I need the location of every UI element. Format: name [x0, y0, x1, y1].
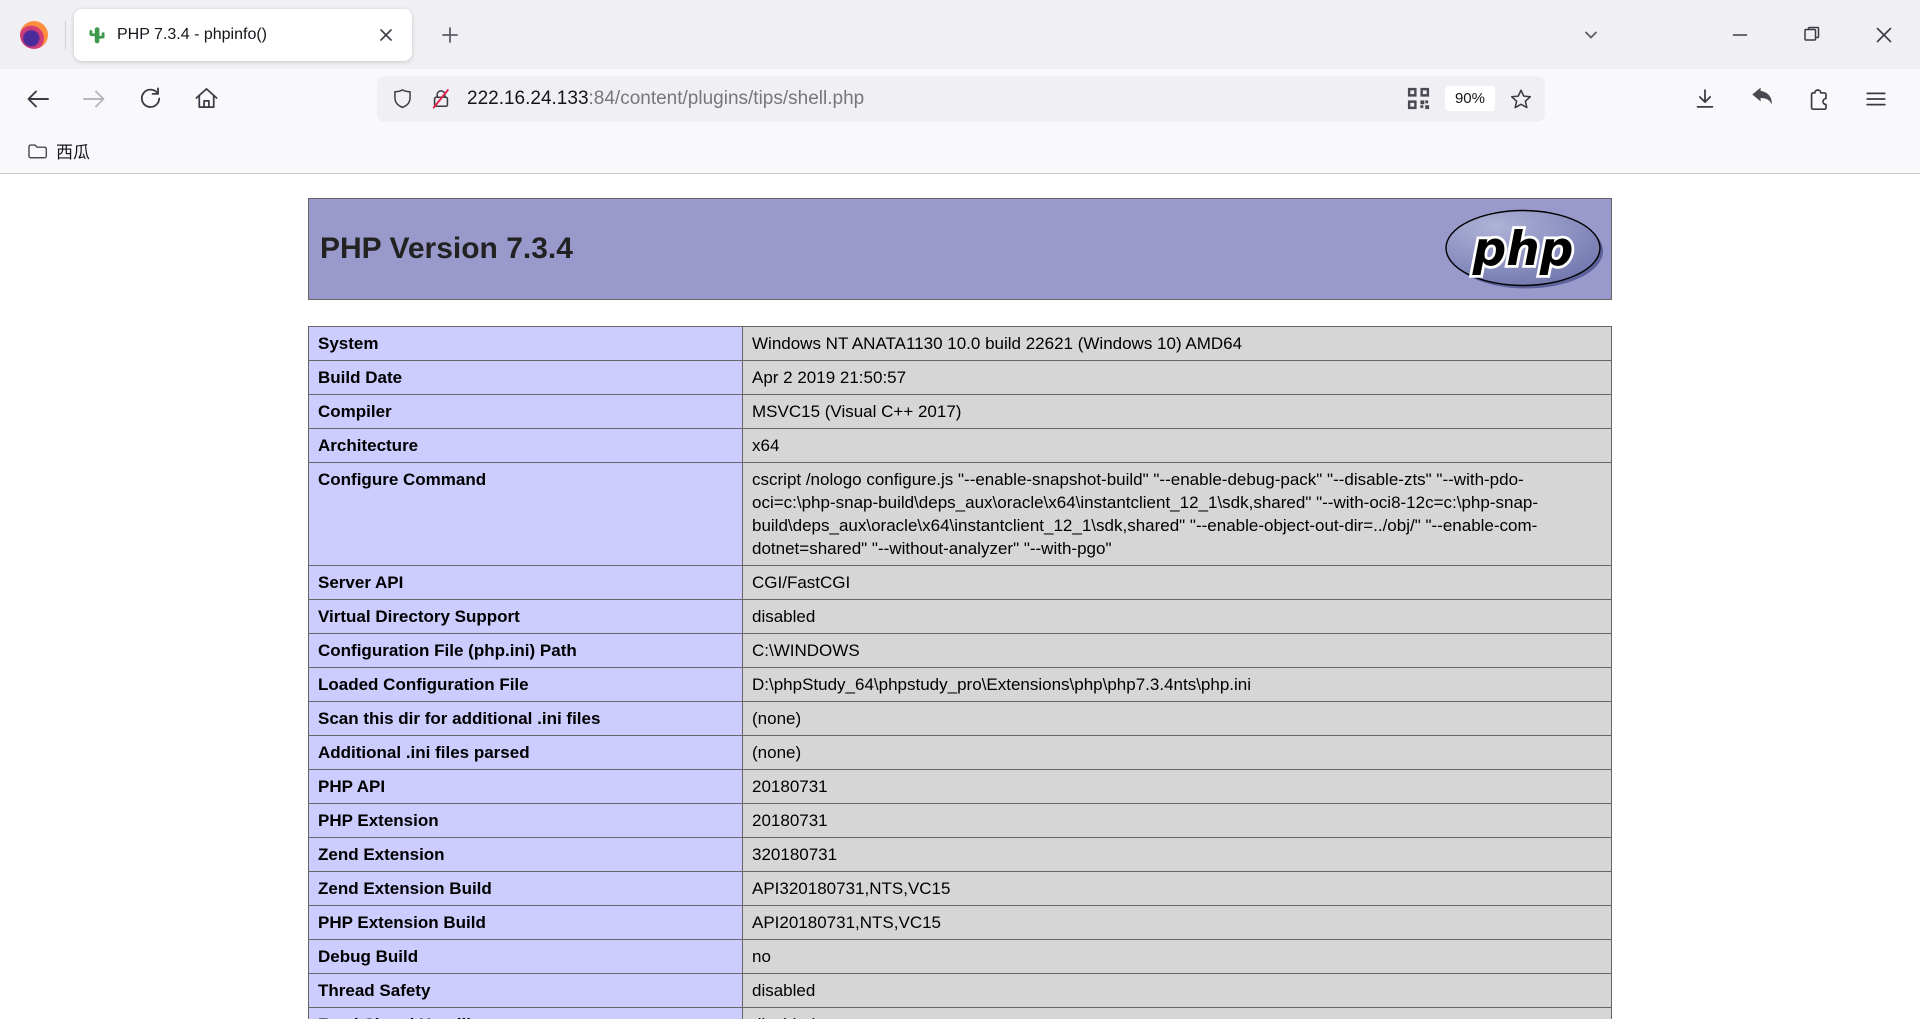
row-label: PHP Extension	[308, 803, 743, 838]
row-label: Thread Safety	[308, 973, 743, 1008]
list-all-tabs-chevron-icon[interactable]	[1574, 18, 1608, 52]
shield-icon[interactable]	[391, 87, 414, 110]
undo-arrow-icon[interactable]	[1745, 82, 1779, 116]
folder-icon	[26, 140, 48, 162]
bookmarks-toolbar: 西瓜	[0, 128, 1920, 174]
table-row: Thread Safety disabled	[308, 973, 1612, 1008]
url-host: 222.16.24.133	[467, 87, 589, 109]
table-row: Server API CGI/FastCGI	[308, 565, 1612, 600]
row-label: Virtual Directory Support	[308, 599, 743, 634]
minimize-button[interactable]	[1704, 0, 1776, 69]
row-value: (none)	[742, 701, 1612, 736]
row-value: (none)	[742, 735, 1612, 770]
phpinfo-table: System Windows NT ANATA1130 10.0 build 2…	[308, 326, 1612, 1019]
row-value: 20180731	[742, 769, 1612, 804]
table-row: PHP Extension Build API20180731,NTS,VC15	[308, 905, 1612, 940]
row-label: Additional .ini files parsed	[308, 735, 743, 770]
insecure-lock-slash-icon[interactable]	[429, 87, 453, 111]
row-label: PHP Extension Build	[308, 905, 743, 940]
window-controls	[1574, 0, 1920, 69]
row-label: Compiler	[308, 394, 743, 429]
address-bar[interactable]: 222.16.24.133:84/content/plugins/tips/sh…	[377, 75, 1545, 122]
downloads-icon[interactable]	[1688, 82, 1722, 116]
tab-separator	[65, 20, 66, 49]
table-row: System Windows NT ANATA1130 10.0 build 2…	[308, 326, 1612, 361]
table-row: Architecture x64	[308, 428, 1612, 463]
restore-button[interactable]	[1776, 0, 1848, 69]
browser-tab-active[interactable]: PHP 7.3.4 - phpinfo()	[74, 8, 412, 61]
phpinfo-header-banner: PHP Version 7.3.4 php	[308, 198, 1612, 300]
table-row: Scan this dir for additional .ini files …	[308, 701, 1612, 736]
new-tab-button[interactable]	[434, 19, 466, 51]
table-row: Zend Signal Handling disabled	[308, 1007, 1612, 1019]
row-label: Server API	[308, 565, 743, 600]
table-row: Zend Extension Build API320180731,NTS,VC…	[308, 871, 1612, 906]
row-value: disabled	[742, 973, 1612, 1008]
qr-code-icon[interactable]	[1406, 86, 1431, 111]
row-value: D:\phpStudy_64\phpstudy_pro\Extensions\p…	[742, 667, 1612, 702]
row-value: Apr 2 2019 21:50:57	[742, 360, 1612, 395]
row-value: 320180731	[742, 837, 1612, 872]
row-label: Scan this dir for additional .ini files	[308, 701, 743, 736]
table-row: Loaded Configuration File D:\phpStudy_64…	[308, 667, 1612, 702]
table-row: Zend Extension 320180731	[308, 837, 1612, 872]
svg-text:php: php	[1472, 222, 1574, 277]
navigation-toolbar: 222.16.24.133:84/content/plugins/tips/sh…	[0, 69, 1920, 128]
tab-close-icon[interactable]	[374, 23, 398, 47]
row-value: cscript /nologo configure.js "--enable-s…	[742, 462, 1612, 566]
page-title: PHP Version 7.3.4	[320, 232, 573, 265]
url-path: :84/content/plugins/tips/shell.php	[588, 87, 865, 109]
row-label: System	[308, 326, 743, 361]
row-value: no	[742, 939, 1612, 974]
table-row: PHP Extension 20180731	[308, 803, 1612, 838]
bookmark-star-icon[interactable]	[1509, 87, 1533, 111]
row-label: Configure Command	[308, 462, 743, 566]
row-value: disabled	[742, 599, 1612, 634]
row-value: x64	[742, 428, 1612, 463]
row-label: Zend Extension Build	[308, 871, 743, 906]
table-row: PHP API 20180731	[308, 769, 1612, 804]
row-label: PHP API	[308, 769, 743, 804]
row-value: MSVC15 (Visual C++ 2017)	[742, 394, 1612, 429]
menu-hamburger-icon[interactable]	[1859, 82, 1893, 116]
table-row: Debug Build no	[308, 939, 1612, 974]
forward-button[interactable]	[77, 82, 111, 116]
home-button[interactable]	[189, 82, 223, 116]
row-label: Debug Build	[308, 939, 743, 974]
tab-strip: PHP 7.3.4 - phpinfo()	[0, 0, 1920, 69]
row-label: Build Date	[308, 360, 743, 395]
table-row: Configuration File (php.ini) Path C:\WIN…	[308, 633, 1612, 668]
table-row: Configure Command cscript /nologo config…	[308, 462, 1612, 566]
tab-title: PHP 7.3.4 - phpinfo()	[117, 25, 268, 43]
table-row: Virtual Directory Support disabled	[308, 599, 1612, 634]
row-label: Zend Extension	[308, 837, 743, 872]
bookmark-label: 西瓜	[56, 143, 90, 162]
row-label: Zend Signal Handling	[308, 1007, 743, 1019]
table-row: Build Date Apr 2 2019 21:50:57	[308, 360, 1612, 395]
row-value: API320180731,NTS,VC15	[742, 871, 1612, 906]
close-window-button[interactable]	[1848, 0, 1920, 69]
php-logo: php	[1445, 209, 1603, 289]
bookmark-folder-item[interactable]: 西瓜	[18, 134, 98, 167]
page-viewport: PHP Version 7.3.4 php System Windows NT …	[0, 174, 1920, 1019]
row-label: Loaded Configuration File	[308, 667, 743, 702]
firefox-logo-icon[interactable]	[20, 20, 48, 49]
row-label: Architecture	[308, 428, 743, 463]
table-row: Compiler MSVC15 (Visual C++ 2017)	[308, 394, 1612, 429]
row-value: 20180731	[742, 803, 1612, 838]
zoom-level-indicator[interactable]: 90%	[1444, 86, 1495, 111]
row-value: C:\WINDOWS	[742, 633, 1612, 668]
extensions-puzzle-icon[interactable]	[1802, 82, 1836, 116]
row-value: API20180731,NTS,VC15	[742, 905, 1612, 940]
cactus-favicon-icon	[87, 25, 107, 45]
row-value: disabled	[742, 1007, 1612, 1019]
row-value: Windows NT ANATA1130 10.0 build 22621 (W…	[742, 326, 1612, 361]
back-button[interactable]	[21, 82, 55, 116]
url-text: 222.16.24.133:84/content/plugins/tips/sh…	[467, 88, 864, 110]
reload-button[interactable]	[133, 82, 167, 116]
row-label: Configuration File (php.ini) Path	[308, 633, 743, 668]
table-row: Additional .ini files parsed (none)	[308, 735, 1612, 770]
row-value: CGI/FastCGI	[742, 565, 1612, 600]
